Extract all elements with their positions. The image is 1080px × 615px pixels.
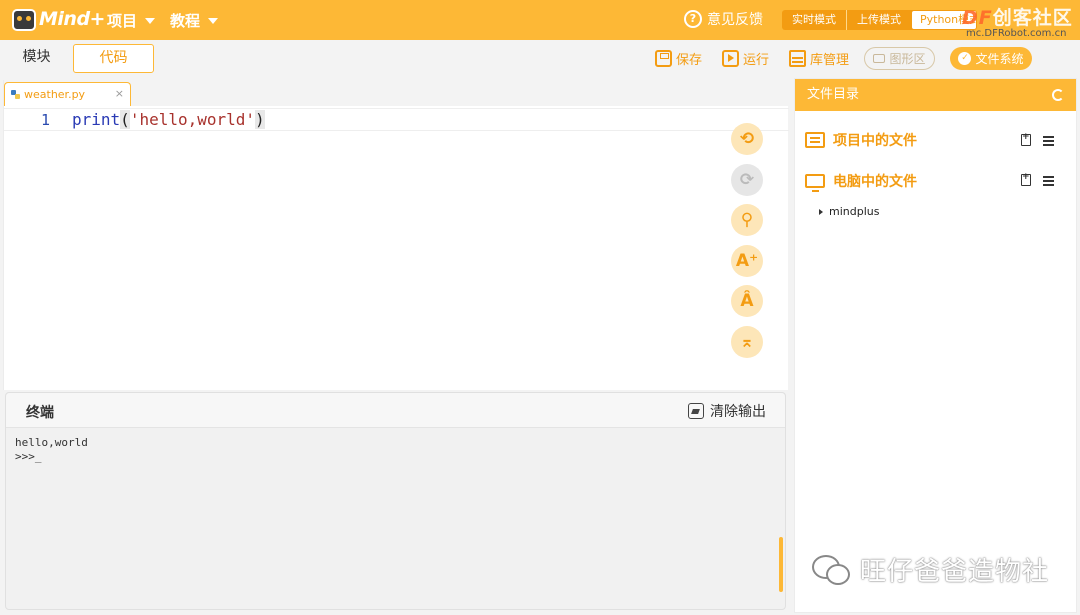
tree-item-label: mindplus	[829, 205, 880, 218]
file-system-label: 文件系统	[975, 52, 1024, 66]
watermark-bottom-text: 旺仔爸爸造物社	[860, 557, 1050, 587]
watermark-df: DF	[962, 7, 993, 29]
save-icon	[655, 50, 672, 67]
font-decrease-button[interactable]: Â	[731, 285, 763, 317]
clear-output-button[interactable]: 清除输出	[688, 401, 766, 421]
mode-realtime[interactable]: 实时模式	[782, 10, 846, 30]
python-file-icon	[11, 90, 20, 99]
mindplus-logo: Mind+	[12, 6, 105, 34]
logo-text: Mind+	[39, 8, 105, 30]
terminal-output[interactable]: hello,world >>>_	[15, 436, 88, 464]
mode-switch: 实时模式 上传模式 Python模式	[782, 10, 977, 30]
list-icon	[805, 132, 825, 148]
redo-icon: ⟳	[739, 170, 755, 190]
file-tab-weather[interactable]: weather.py ×	[4, 82, 131, 106]
graphics-button[interactable]: 图形区	[864, 47, 935, 70]
terminal-title: 终端	[26, 405, 54, 421]
line-number: 1	[41, 111, 51, 129]
menu-project-label: 项目	[107, 12, 138, 30]
code-paren-close: )	[255, 110, 265, 129]
help-circle-icon: ?	[684, 10, 702, 28]
refresh-icon[interactable]	[1052, 89, 1064, 101]
search-icon: ⚲	[740, 210, 754, 230]
check-circle-icon: ✓	[958, 52, 972, 65]
code-line[interactable]: 1 print('hello,world')	[4, 108, 789, 131]
code-editor[interactable]: weather.py × 1 print('hello,world') ⟲ ⟳ …	[3, 80, 789, 390]
run-label: 运行	[743, 53, 770, 68]
file-tab-label: weather.py	[24, 88, 86, 101]
library-button[interactable]: 库管理	[789, 49, 849, 68]
feedback-label: 意见反馈	[707, 12, 763, 28]
save-label: 保存	[676, 53, 703, 68]
font-decrease-icon: Â	[740, 291, 754, 311]
font-increase-icon: A⁺	[735, 251, 759, 271]
tab-blocks[interactable]: 模块	[0, 44, 73, 73]
collapse-button[interactable]: ⌅	[731, 326, 763, 358]
tab-code[interactable]: 代码	[73, 44, 154, 73]
file-directory-title: 文件目录	[807, 87, 860, 102]
clear-output-label: 清除输出	[710, 404, 766, 420]
section-project-files-label: 项目中的文件	[833, 133, 917, 149]
terminal-panel: 终端 清除输出 hello,world >>>_	[5, 392, 786, 610]
watermark-url: mc.DFRobot.com.cn	[966, 28, 1067, 39]
library-label: 库管理	[810, 53, 850, 68]
play-icon	[722, 50, 739, 67]
graphics-label: 图形区	[889, 52, 926, 66]
wechat-icon	[812, 554, 850, 585]
library-icon	[789, 50, 806, 67]
font-increase-button[interactable]: A⁺	[731, 245, 763, 277]
terminal-scrollbar[interactable]	[779, 537, 783, 592]
collapse-icon: ⌅	[739, 332, 755, 352]
robot-logo-icon	[12, 9, 36, 31]
save-button[interactable]: 保存	[655, 49, 702, 68]
menu-tutorial[interactable]: 教程	[170, 10, 219, 31]
terminal-header: 终端 清除输出	[6, 393, 785, 428]
watermark-wechat: 旺仔爸爸造物社	[812, 551, 1049, 588]
section-computer-files[interactable]: 电脑中的文件	[805, 171, 917, 192]
undo-icon: ⟲	[739, 129, 755, 149]
code-function: print	[72, 110, 121, 129]
caret-right-icon[interactable]	[819, 208, 823, 215]
mode-upload[interactable]: 上传模式	[846, 10, 911, 30]
feedback-button[interactable]: ? 意见反馈	[684, 9, 763, 29]
tree-item-mindplus[interactable]: mindplus	[819, 205, 879, 218]
redo-button[interactable]: ⟳	[731, 164, 763, 196]
menu-icon[interactable]	[1043, 180, 1054, 182]
run-button[interactable]: 运行	[722, 49, 769, 68]
search-button[interactable]: ⚲	[731, 204, 763, 236]
watermark-brand: DF创客社区	[962, 3, 1073, 30]
file-tab-bar: weather.py ×	[4, 80, 789, 106]
file-directory-header: 文件目录	[795, 79, 1076, 111]
undo-button[interactable]: ⟲	[731, 123, 763, 155]
new-file-icon[interactable]	[1021, 172, 1031, 186]
watermark-brand-text: 创客社区	[992, 7, 1073, 29]
file-directory-panel: 文件目录 项目中的文件 电脑中的文件 mindplus	[794, 78, 1077, 613]
code-paren-open: (	[120, 110, 130, 129]
monitor-icon	[805, 174, 825, 192]
menu-project[interactable]: 项目	[107, 10, 156, 31]
section-project-files[interactable]: 项目中的文件	[805, 130, 917, 150]
menu-icon[interactable]	[1043, 140, 1054, 142]
file-system-button[interactable]: ✓ 文件系统	[950, 47, 1032, 70]
close-icon[interactable]: ×	[115, 87, 124, 100]
code-content[interactable]: print('hello,world')	[72, 110, 265, 129]
top-bar: Mind+ 项目 教程 ? 意见反馈 实时模式 上传模式 Python模式 DF…	[0, 0, 1080, 40]
chevron-down-icon	[145, 17, 156, 24]
section-computer-files-label: 电脑中的文件	[833, 174, 917, 190]
code-string: 'hello,world'	[129, 110, 256, 129]
graphics-icon	[873, 54, 886, 63]
broom-icon	[688, 403, 704, 419]
chevron-down-icon	[208, 17, 219, 24]
new-file-icon[interactable]	[1021, 132, 1031, 146]
menu-tutorial-label: 教程	[170, 12, 201, 30]
